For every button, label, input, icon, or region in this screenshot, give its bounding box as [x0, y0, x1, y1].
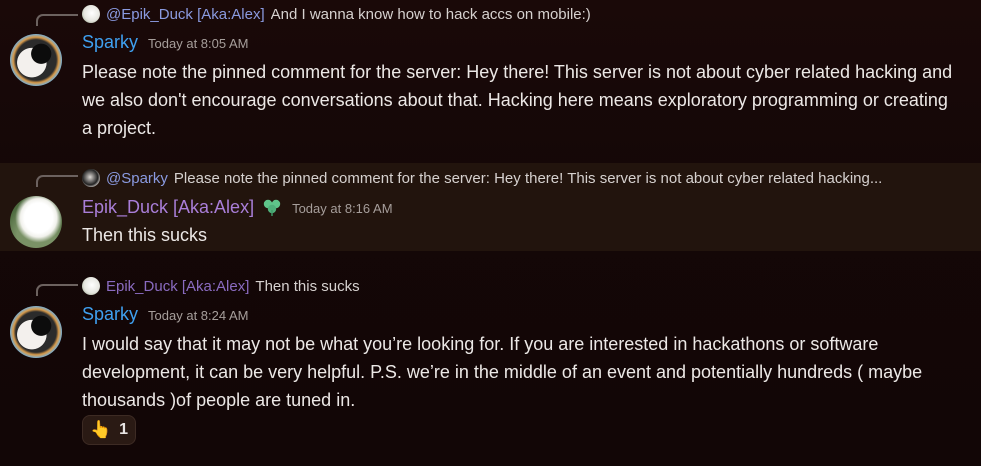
message-header: Epik_Duck [Aka:Alex] Today at 8:16 AM: [82, 195, 393, 221]
chat-log: @Epik_Duck [Aka:Alex] And I wanna know h…: [0, 0, 981, 466]
author-name[interactable]: Sparky: [82, 32, 138, 53]
reply-preview[interactable]: Epik_Duck [Aka:Alex] Then this sucks: [82, 276, 360, 296]
message-1: @Epik_Duck [Aka:Alex] And I wanna know h…: [0, 0, 981, 160]
avatar[interactable]: [10, 196, 62, 248]
reply-avatar-icon: [82, 5, 100, 23]
timestamp[interactable]: Today at 8:24 AM: [148, 308, 248, 323]
reply-preview[interactable]: @Epik_Duck [Aka:Alex] And I wanna know h…: [82, 4, 591, 24]
reply-text[interactable]: Please note the pinned comment for the s…: [174, 170, 882, 187]
message-body: Then this sucks: [82, 225, 208, 245]
reply-spine: [36, 14, 78, 26]
message-body: Please note the pinned comment for the s…: [82, 62, 953, 138]
reaction-count: 1: [119, 421, 129, 438]
avatar[interactable]: [10, 306, 62, 358]
reply-author[interactable]: @Sparky: [106, 170, 168, 187]
reply-avatar-icon: [82, 277, 100, 295]
pointing-up-emoji-icon: 👆: [89, 420, 112, 439]
author-name[interactable]: Sparky: [82, 304, 138, 325]
clover-badge-icon[interactable]: [262, 198, 282, 216]
reply-text[interactable]: Then this sucks: [255, 278, 359, 295]
timestamp[interactable]: Today at 8:16 AM: [292, 201, 392, 216]
reply-spine: [36, 175, 78, 187]
reply-text[interactable]: And I wanna know how to hack accs on mob…: [271, 6, 591, 23]
timestamp[interactable]: Today at 8:05 AM: [148, 36, 248, 51]
reply-avatar-icon: [82, 169, 100, 187]
reply-preview[interactable]: @Sparky Please note the pinned comment f…: [82, 168, 972, 188]
author-name[interactable]: Epik_Duck [Aka:Alex]: [82, 197, 254, 218]
reaction-button[interactable]: 👆 1: [82, 415, 136, 445]
message-header: Sparky Today at 8:24 AM: [82, 304, 248, 330]
message-header: Sparky Today at 8:05 AM: [82, 32, 248, 58]
message-body: I would say that it may not be what you’…: [82, 334, 923, 410]
avatar[interactable]: [10, 34, 62, 86]
reply-author[interactable]: Epik_Duck [Aka:Alex]: [106, 278, 249, 295]
reply-author[interactable]: @Epik_Duck [Aka:Alex]: [106, 6, 265, 23]
message-2: @Sparky Please note the pinned comment f…: [0, 163, 981, 251]
reply-spine: [36, 284, 78, 296]
message-3: Epik_Duck [Aka:Alex] Then this sucks Spa…: [0, 270, 981, 466]
